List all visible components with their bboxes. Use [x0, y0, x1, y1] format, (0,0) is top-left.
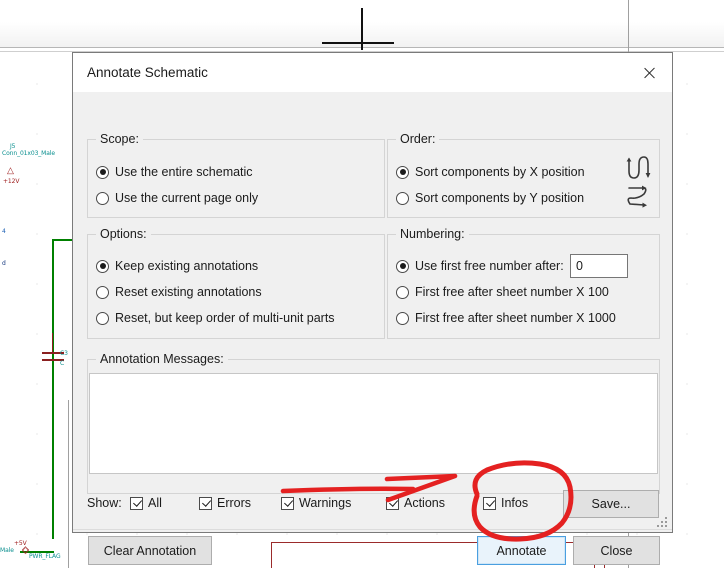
- radio-first-free-sheet-x1000[interactable]: First free after sheet number X 1000: [396, 311, 616, 325]
- schematic-label: J5: [10, 143, 16, 150]
- annotate-button[interactable]: Annotate: [477, 536, 566, 565]
- sort-x-zigzag-icon: [626, 156, 651, 208]
- annotation-messages-textarea[interactable]: [89, 373, 658, 474]
- checkbox-indicator: [199, 496, 212, 510]
- radio-indicator: [96, 259, 109, 273]
- checkbox-indicator: [281, 496, 294, 510]
- schematic-label: Male: [0, 547, 14, 554]
- radio-use-entire-schematic[interactable]: Use the entire schematic: [96, 165, 253, 179]
- schematic-label: +5V: [14, 540, 27, 547]
- radio-reset-existing-annotations[interactable]: Reset existing annotations: [96, 285, 262, 299]
- radio-label: Use the entire schematic: [115, 165, 253, 179]
- footer-separator: [73, 529, 672, 530]
- radio-indicator: [96, 311, 109, 325]
- save-button-label: Save...: [591, 497, 631, 511]
- radio-first-free-sheet-x100[interactable]: First free after sheet number X 100: [396, 285, 609, 299]
- radio-label: First free after sheet number X 1000: [415, 311, 616, 325]
- dialog-body: Scope: Use the entire schematic Use the …: [73, 92, 672, 565]
- resize-grip[interactable]: [657, 517, 669, 529]
- checkbox-indicator: [386, 496, 399, 510]
- checkbox-label: Actions: [404, 496, 445, 510]
- annotation-messages-legend: Annotation Messages:: [96, 352, 228, 366]
- scope-group: Scope: Use the entire schematic Use the …: [87, 132, 385, 218]
- crosshair-vertical: [361, 8, 363, 50]
- checkbox-label: Warnings: [299, 496, 352, 510]
- radio-use-first-free-number-after[interactable]: Use first free number after:: [396, 259, 564, 273]
- radio-sort-by-y-position[interactable]: Sort components by Y position: [396, 191, 584, 205]
- scope-legend: Scope:: [96, 132, 143, 146]
- radio-label: Use the current page only: [115, 191, 259, 205]
- crosshair-horizontal: [322, 42, 394, 44]
- radio-indicator: [396, 285, 409, 299]
- close-footer-button[interactable]: Close: [573, 536, 660, 565]
- radio-indicator: [96, 165, 109, 179]
- checkbox-all[interactable]: All: [130, 496, 162, 510]
- sort-order-icons: [625, 154, 651, 212]
- schematic-label: Conn_01x03_Male: [2, 150, 55, 157]
- radio-reset-keep-order-multiunit[interactable]: Reset, but keep order of multi-unit part…: [96, 311, 335, 325]
- close-button-label: Close: [600, 543, 633, 558]
- schematic-label: C3: [60, 350, 68, 357]
- order-group: Order: Sort components by X position Sor…: [387, 132, 660, 218]
- numbering-legend: Numbering:: [396, 227, 469, 241]
- schematic-label: PWR_FLAG: [29, 553, 61, 560]
- numbering-group: Numbering: Use first free number after: …: [387, 227, 660, 339]
- radio-indicator: [96, 285, 109, 299]
- checkbox-warnings[interactable]: Warnings: [281, 496, 351, 510]
- schematic-label: C: [60, 360, 65, 367]
- radio-label: Reset existing annotations: [115, 285, 262, 299]
- power-symbol-pwrflag: ◇: [22, 545, 29, 555]
- checkbox-indicator: [483, 496, 496, 510]
- radio-indicator: [396, 191, 409, 205]
- radio-label: Reset, but keep order of multi-unit part…: [115, 311, 335, 325]
- clear-annotation-label: Clear Annotation: [103, 543, 197, 558]
- power-symbol-12v: △: [7, 165, 14, 175]
- first-free-number-value: 0: [576, 259, 583, 273]
- radio-label: Use first free number after:: [415, 259, 564, 273]
- radio-indicator: [96, 191, 109, 205]
- schematic-label: +12V: [3, 178, 20, 185]
- order-legend: Order:: [396, 132, 440, 146]
- dialog-title: Annotate Schematic: [87, 65, 208, 80]
- first-free-number-input[interactable]: 0: [570, 254, 628, 278]
- radio-label: Keep existing annotations: [115, 259, 259, 273]
- show-label: Show:: [87, 496, 122, 510]
- checkbox-errors[interactable]: Errors: [199, 496, 251, 510]
- radio-use-current-page-only[interactable]: Use the current page only: [96, 191, 258, 205]
- checkbox-infos[interactable]: Infos: [483, 496, 528, 510]
- close-icon: [642, 66, 656, 80]
- radio-indicator: [396, 311, 409, 325]
- schematic-label: 4: [2, 228, 6, 235]
- radio-keep-existing-annotations[interactable]: Keep existing annotations: [96, 259, 258, 273]
- sheet-border-vertical-left: [271, 542, 273, 568]
- options-legend: Options:: [96, 227, 151, 241]
- checkbox-label: Infos: [501, 496, 529, 510]
- radio-label: Sort components by Y position: [415, 191, 585, 205]
- schematic-label: d: [2, 260, 6, 267]
- viewport-edge-left: [68, 400, 70, 568]
- close-button[interactable]: [626, 53, 672, 92]
- radio-label: First free after sheet number X 100: [415, 285, 609, 299]
- checkbox-label: All: [148, 496, 162, 510]
- checkbox-indicator: [130, 496, 143, 510]
- save-button[interactable]: Save...: [563, 490, 659, 518]
- options-group: Options: Keep existing annotations Reset…: [87, 227, 385, 339]
- radio-label: Sort components by X position: [415, 165, 585, 179]
- dialog-titlebar[interactable]: Annotate Schematic: [73, 53, 672, 92]
- radio-indicator: [396, 165, 409, 179]
- screen: △ ◇ ◇ J5 Conn_01x03_Male +12V 4 d C3 C +5V Male P…: [0, 0, 724, 568]
- radio-sort-by-x-position[interactable]: Sort components by X position: [396, 165, 585, 179]
- checkbox-label: Errors: [217, 496, 252, 510]
- checkbox-actions[interactable]: Actions: [386, 496, 445, 510]
- annotate-button-label: Annotate: [496, 543, 547, 558]
- annotate-schematic-dialog[interactable]: Annotate Schematic Scope: Use the entire…: [72, 52, 673, 565]
- capacitor-lead-top: [52, 333, 54, 352]
- radio-indicator: [396, 259, 409, 273]
- wire-vertical-left: [52, 239, 54, 539]
- clear-annotation-button[interactable]: Clear Annotation: [88, 536, 212, 565]
